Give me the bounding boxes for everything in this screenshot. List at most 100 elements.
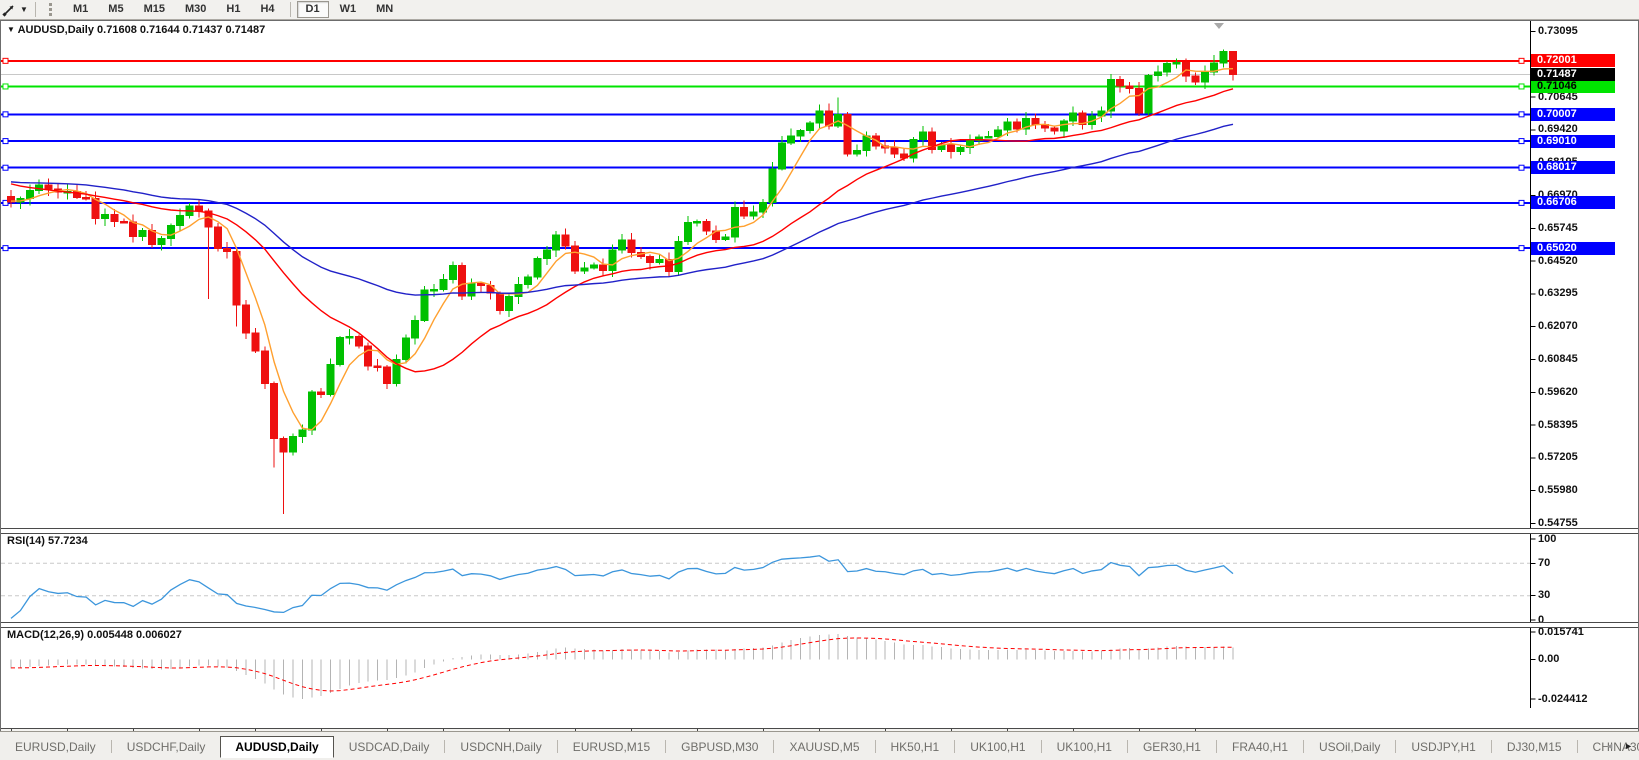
candle-body[interactable] [26, 191, 33, 199]
price-line-label-0.65020[interactable]: 0.65020 [1531, 242, 1615, 255]
candle-body[interactable] [318, 392, 325, 395]
candle-body[interactable] [703, 221, 710, 231]
candle-body[interactable] [525, 277, 532, 284]
candle-body[interactable] [468, 284, 475, 297]
price-line-label-0.69010[interactable]: 0.69010 [1531, 135, 1615, 148]
candle-body[interactable] [600, 265, 607, 271]
candle-body[interactable] [553, 235, 560, 250]
candle-body[interactable] [957, 148, 964, 152]
candle-body[interactable] [948, 145, 955, 151]
timeframe-button-W1[interactable]: W1 [331, 1, 366, 18]
candle-body[interactable] [891, 148, 898, 154]
chart-tab-UK100-H1[interactable]: UK100,H1 [955, 736, 1040, 758]
candle-body[interactable] [374, 366, 381, 368]
ma-line-slow[interactable] [11, 124, 1233, 295]
candle-body[interactable] [478, 284, 485, 286]
hline-handle[interactable] [1519, 165, 1524, 170]
tab-scroll-right-icon[interactable]: ► [1624, 741, 1633, 751]
tab-scroll-left-icon[interactable]: ◄ [1605, 741, 1614, 751]
candle-body[interactable] [647, 257, 654, 263]
candle-body[interactable] [919, 132, 926, 140]
price-line-label-0.66706[interactable]: 0.66706 [1531, 196, 1615, 209]
pane-splitter[interactable] [1, 528, 1638, 534]
chart-tab-GER30-H1[interactable]: GER30,H1 [1128, 736, 1216, 758]
price-line-label-0.68017[interactable]: 0.68017 [1531, 161, 1615, 174]
candle-body[interactable] [402, 338, 409, 359]
chart-tab-HK50-H1[interactable]: HK50,H1 [876, 736, 955, 758]
candle-body[interactable] [290, 437, 297, 452]
candle-body[interactable] [1230, 51, 1237, 74]
macd-pane[interactable]: MACD(12,26,9) 0.005448 0.006027 [1, 626, 1638, 708]
candle-body[interactable] [1136, 89, 1143, 114]
chart-tab-EURUSD-M15[interactable]: EURUSD,M15 [558, 736, 665, 758]
candle-body[interactable] [1173, 62, 1180, 64]
candle-body[interactable] [261, 351, 268, 384]
candle-body[interactable] [440, 280, 447, 290]
candle-body[interactable] [224, 248, 231, 251]
price-line-label-0.70007[interactable]: 0.70007 [1531, 108, 1615, 121]
main-price-pane[interactable]: ▼ AUDUSD,Daily 0.71608 0.71644 0.71437 0… [1, 21, 1638, 528]
candle-body[interactable] [590, 265, 597, 268]
rsi-line[interactable] [11, 556, 1233, 619]
macd-signal-line[interactable] [11, 638, 1233, 691]
candle-body[interactable] [741, 207, 748, 216]
chart-tab-USDCAD-Daily[interactable]: USDCAD,Daily [334, 736, 445, 758]
candle-body[interactable] [158, 239, 165, 245]
hline-handle[interactable] [1519, 112, 1524, 117]
hline-handle[interactable] [3, 112, 8, 117]
timeframe-button-H1[interactable]: H1 [217, 1, 249, 18]
candle-body[interactable] [346, 337, 353, 339]
candle-body[interactable] [1032, 118, 1039, 124]
candle-body[interactable] [778, 143, 785, 169]
candle-body[interactable] [431, 290, 438, 292]
candle-body[interactable] [214, 227, 221, 248]
candle-body[interactable] [684, 223, 691, 242]
candle-body[interactable] [271, 384, 278, 439]
timeframe-button-M5[interactable]: M5 [99, 1, 132, 18]
candle-body[interactable] [1201, 72, 1208, 82]
candle-body[interactable] [449, 266, 456, 280]
hline-handle[interactable] [3, 139, 8, 144]
candle-body[interactable] [722, 237, 729, 239]
candle-body[interactable] [412, 320, 419, 338]
timeframe-button-M30[interactable]: M30 [176, 1, 215, 18]
candle-body[interactable] [863, 136, 870, 150]
candle-body[interactable] [111, 215, 118, 222]
candle-body[interactable] [92, 198, 99, 218]
timeframe-button-D1[interactable]: D1 [297, 1, 329, 18]
candle-body[interactable] [656, 259, 663, 262]
price-line-label-0.71046[interactable]: 0.71046 [1531, 80, 1615, 93]
chart-tab-GBPUSD-M30[interactable]: GBPUSD,M30 [666, 736, 773, 758]
candle-body[interactable] [628, 240, 635, 253]
candle-body[interactable] [1107, 79, 1114, 111]
candle-body[interactable] [327, 364, 334, 394]
hline-handle[interactable] [3, 246, 8, 251]
candle-body[interactable] [139, 230, 146, 236]
hline-handle[interactable] [3, 165, 8, 170]
candle-body[interactable] [1117, 79, 1124, 85]
rsi-pane[interactable]: RSI(14) 57.7234 [1, 532, 1638, 622]
candle-body[interactable] [83, 197, 90, 199]
chart-tab-DJ30-M15[interactable]: DJ30,M15 [1492, 736, 1577, 758]
candle-body[interactable] [1070, 113, 1077, 121]
candle-body[interactable] [459, 266, 466, 297]
hline-handle[interactable] [3, 84, 8, 89]
candle-body[interactable] [995, 130, 1002, 136]
candle-body[interactable] [384, 367, 391, 383]
candle-body[interactable] [1145, 76, 1152, 114]
chart-tab-XAUUSD-M5[interactable]: XAUUSD,M5 [774, 736, 874, 758]
candle-body[interactable] [177, 216, 184, 226]
candle-body[interactable] [797, 131, 804, 136]
chart-tab-AUDUSD-Daily[interactable]: AUDUSD,Daily [220, 736, 333, 758]
chart-shift-marker-icon[interactable] [1214, 23, 1224, 29]
candle-body[interactable] [750, 212, 757, 216]
price-line-label-0.72001[interactable]: 0.72001 [1531, 54, 1615, 67]
candle-body[interactable] [130, 222, 137, 236]
candle-body[interactable] [233, 252, 240, 305]
macd-canvas[interactable] [1, 626, 1638, 708]
candle-body[interactable] [1060, 121, 1067, 131]
candle-body[interactable] [45, 185, 52, 189]
candle-body[interactable] [694, 221, 701, 223]
timeframe-button-M15[interactable]: M15 [135, 1, 174, 18]
candle-body[interactable] [788, 136, 795, 143]
